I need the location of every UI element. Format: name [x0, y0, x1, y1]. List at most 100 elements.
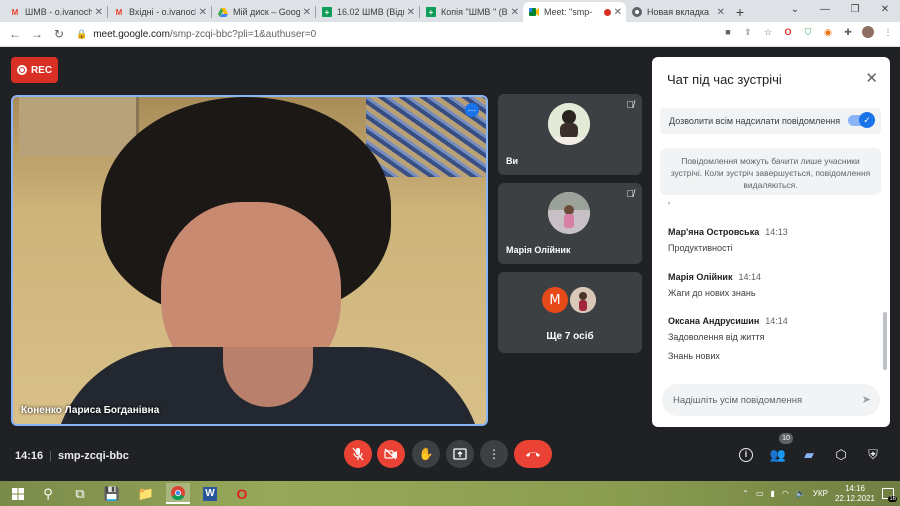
camera-icon[interactable]: ■	[722, 26, 734, 38]
activities-button[interactable]: ⬡	[829, 443, 853, 467]
browser-tab-6[interactable]: Новая вкладка ✕	[626, 2, 729, 22]
present-button[interactable]	[446, 440, 474, 468]
search-button[interactable]: ⚲	[36, 483, 60, 504]
meeting-details-button[interactable]: i	[734, 443, 758, 467]
more-participants-tile[interactable]: M Ще 7 осіб	[498, 272, 642, 353]
taskbar-time: 14:16	[844, 483, 865, 493]
main-speaker-video[interactable]: … Коненко Лариса Богданівна	[11, 95, 488, 426]
close-tab-icon[interactable]: ✕	[199, 7, 207, 18]
save-app-button[interactable]: 💾	[100, 483, 124, 504]
close-tab-icon[interactable]: ✕	[407, 7, 415, 18]
allow-messages-toggle[interactable]	[848, 112, 875, 128]
close-tab-icon[interactable]: ✕	[95, 7, 103, 18]
google-drive-icon	[218, 7, 228, 17]
volume-icon[interactable]: 🔈	[796, 489, 806, 498]
chat-notice: Повідомлення можуть бачити лише учасники…	[660, 148, 881, 195]
participant-name: Ви	[506, 156, 519, 166]
chat-input[interactable]: Надішліть усім повідомлення ➤	[662, 384, 880, 416]
divider: |	[49, 450, 52, 462]
close-tab-icon[interactable]: ✕	[303, 7, 311, 18]
reload-icon[interactable]: ↻	[48, 27, 70, 41]
restore-icon[interactable]: ❐	[840, 0, 870, 22]
network-icon[interactable]: ▭	[756, 489, 764, 498]
raise-hand-button[interactable]: ✋	[412, 440, 440, 468]
chrome-icon	[171, 485, 185, 500]
back-arrow-icon[interactable]: ←	[4, 27, 26, 41]
notification-count: 16	[888, 496, 897, 502]
opera-taskbar-button[interactable]: O	[230, 483, 254, 504]
star-icon[interactable]: ☆	[762, 26, 774, 38]
notifications-icon[interactable]: 16	[882, 488, 897, 502]
browser-tab-title: Новая вкладка	[647, 7, 710, 17]
participant-tile[interactable]: 🎙̸ Ви	[498, 94, 642, 175]
chat-sender: Мар'яна Островська	[668, 227, 760, 237]
forward-arrow-icon[interactable]: →	[26, 27, 48, 41]
extension-icon[interactable]: ◉	[822, 26, 834, 38]
menu-kebab-icon[interactable]: ⋮	[882, 26, 894, 38]
chrome-taskbar-button[interactable]	[166, 483, 190, 504]
browser-tab-2[interactable]: Мій диск – Goog ✕	[212, 2, 315, 22]
browser-tab-3[interactable]: + 16.02 ШМВ (Відп ✕	[316, 2, 419, 22]
record-icon	[16, 65, 27, 75]
chat-icon: ▰	[804, 447, 814, 462]
close-tab-icon[interactable]: ✕	[717, 7, 725, 18]
address-bar: ← → ↻ 🔒 meet.google.com/smp-zcqi-bbc?pli…	[0, 22, 900, 47]
camera-toggle-button[interactable]	[377, 440, 405, 468]
allow-messages-label: Дозволити всім надсилати повідомлення	[669, 116, 841, 126]
chat-title: Чат під час зустрічі	[667, 72, 782, 87]
close-window-icon[interactable]: ✕	[870, 0, 900, 22]
search-icon: ⚲	[43, 485, 53, 501]
profile-avatar[interactable]	[862, 26, 874, 38]
word-taskbar-button[interactable]: W	[198, 483, 222, 504]
recording-button[interactable]: REC	[11, 57, 58, 83]
participant-tile[interactable]: 🎙̸ Марія Олійник	[498, 183, 642, 264]
close-icon[interactable]: ✕	[865, 69, 878, 87]
browser-tab-5[interactable]: Meet: "smp- ✕	[523, 2, 626, 22]
close-tab-icon[interactable]: ✕	[511, 7, 519, 18]
browser-tab-1[interactable]: M Вхідні - o.ivanoch ✕	[108, 2, 211, 22]
recording-indicator-icon	[603, 8, 611, 16]
meeting-time: 14:16	[15, 450, 44, 462]
share-icon[interactable]: ⇪	[742, 26, 754, 38]
new-tab-button[interactable]: +	[729, 2, 751, 22]
browser-tab-title: Meet: "smp-	[544, 7, 593, 17]
close-tab-icon[interactable]: ✕	[614, 7, 622, 18]
puzzle-icon[interactable]: ✚	[842, 26, 854, 38]
word-icon: W	[203, 486, 217, 501]
browser-tab-4[interactable]: + Копія "ШМВ " (В ✕	[420, 2, 523, 22]
google-sheets-icon: +	[426, 7, 436, 17]
leave-call-button[interactable]	[514, 440, 552, 468]
language-indicator[interactable]: УКР	[813, 489, 828, 498]
taskbar-clock[interactable]: 14:16 22.12.2021	[835, 484, 875, 504]
host-controls-button[interactable]: ⛨	[861, 443, 885, 467]
participants-button[interactable]: 👥	[766, 443, 790, 467]
chevron-down-icon[interactable]: ⌄	[780, 0, 810, 22]
chat-scrollbar[interactable]	[883, 312, 887, 370]
chat-message: Марія Олійник 14:14 Жаги до нових знань	[668, 272, 761, 298]
shield-extension-icon[interactable]: ⛉	[802, 26, 814, 38]
minimize-icon[interactable]: —	[810, 0, 840, 22]
windows-start-button[interactable]	[6, 483, 30, 504]
browser-tab-0[interactable]: M ШМВ - o.ivanoch ✕	[4, 2, 107, 22]
chat-sender: Оксана Андрусишин	[668, 316, 760, 326]
system-tray: ⌃ ▭ ▮ ◠ 🔈 УКР 14:16 22.12.2021 16	[742, 481, 897, 506]
more-options-icon[interactable]: …	[465, 103, 479, 117]
task-view-button[interactable]: ⧉	[68, 483, 92, 504]
camera-off-icon	[384, 448, 397, 460]
chevron-up-icon[interactable]: ⌃	[742, 489, 749, 498]
battery-icon[interactable]: ▮	[771, 489, 775, 498]
wifi-icon[interactable]: ◠	[782, 489, 789, 498]
chat-button[interactable]: ▰	[797, 443, 821, 467]
mic-off-icon	[352, 447, 364, 461]
url-host: meet.google.com	[93, 28, 170, 40]
lock-icon[interactable]: 🔒	[76, 29, 87, 40]
chat-time: 14:14	[765, 316, 788, 326]
more-options-button[interactable]: ⋮	[480, 440, 508, 468]
file-explorer-button[interactable]: 📁	[134, 483, 158, 504]
opera-icon[interactable]: O	[782, 26, 794, 38]
url-field[interactable]: 🔒 meet.google.com/smp-zcqi-bbc?pli=1&aut…	[76, 25, 676, 44]
recording-label: REC	[30, 64, 53, 76]
send-icon[interactable]: ➤	[862, 393, 871, 406]
microphone-toggle-button[interactable]	[344, 440, 372, 468]
taskbar-date: 22.12.2021	[834, 493, 875, 503]
